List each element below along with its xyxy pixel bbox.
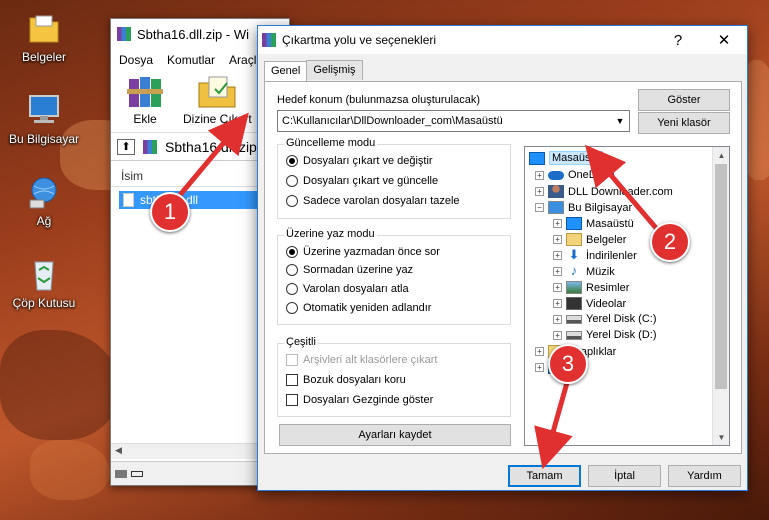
- arrow-step1: [178, 112, 249, 197]
- step-badge-1: 1: [150, 192, 190, 232]
- step-badge-3: 3: [548, 344, 588, 384]
- step-badge-2: 2: [650, 222, 690, 262]
- annotation-arrows: [178, 112, 658, 470]
- arrow-step2: [585, 144, 658, 230]
